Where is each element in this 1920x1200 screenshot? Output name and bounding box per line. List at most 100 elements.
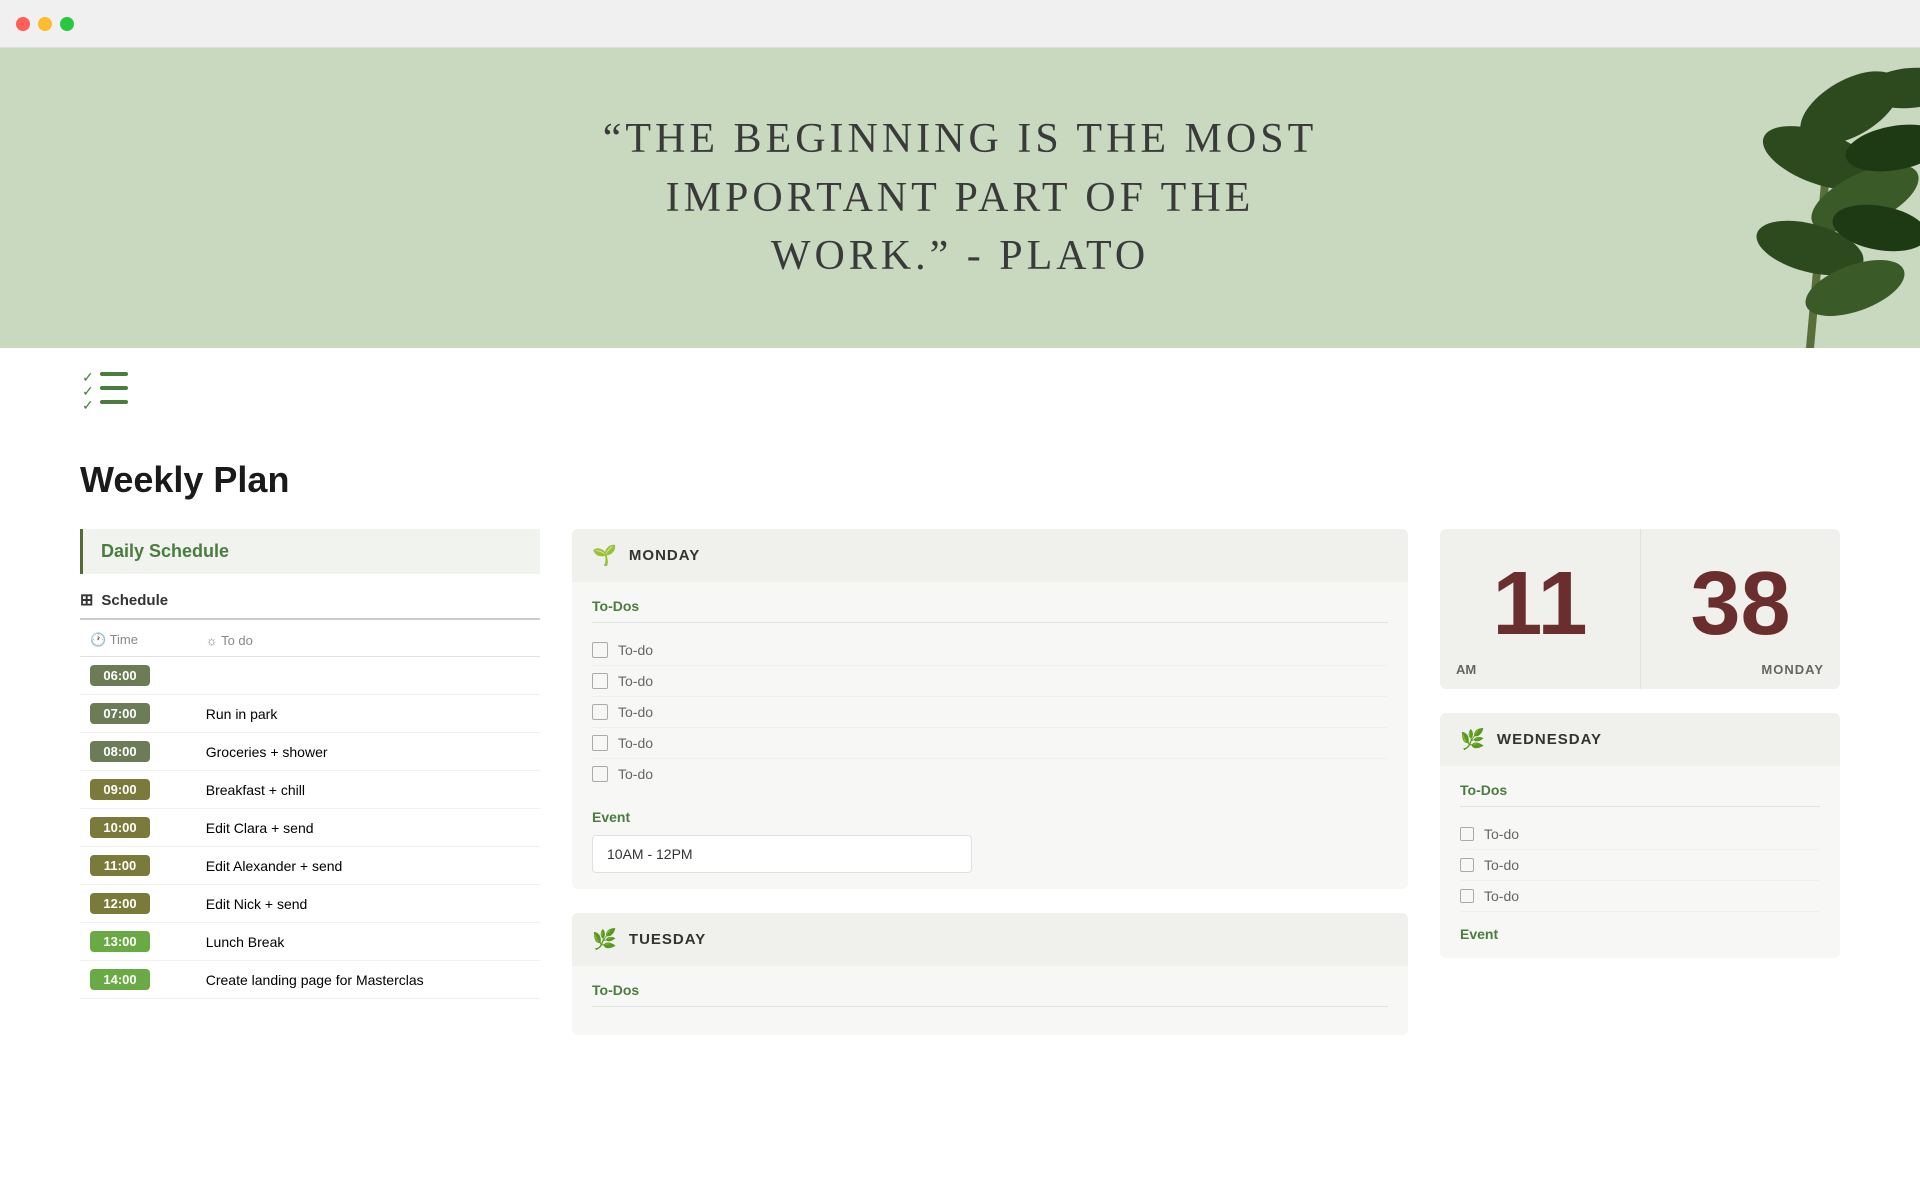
daily-schedule-label: Daily Schedule [101,541,229,561]
monday-icon: 🌱 [592,543,617,568]
col-todo-header: ☼ To do [196,624,540,657]
wed-checkbox[interactable] [1460,858,1474,872]
todo-checkbox[interactable] [592,766,608,782]
table-row: 06:00 [80,657,540,695]
time-badge: 09:00 [90,779,150,800]
tuesday-todos-label: To-Dos [592,982,1388,1007]
wednesday-todo-list: To-do To-do To-do [1460,819,1820,912]
wed-todo-text: To-do [1484,857,1519,873]
wednesday-body: To-Dos To-do To-do To-do Event [1440,766,1840,958]
monday-block: 🌱 MONDAY To-Dos To-do To-do To-do To-do … [572,529,1408,889]
list-item: To-do [592,697,1388,728]
monday-todo-list: To-do To-do To-do To-do To-do [592,635,1388,789]
wednesday-header: 🌿 WEDNESDAY [1440,713,1840,766]
wednesday-event-label: Event [1460,926,1820,942]
time-badge: 12:00 [90,893,150,914]
list-item: To-do [1460,819,1820,850]
schedule-section-label: ⊞ Schedule [80,590,540,620]
clock-icon: 🕐 [90,632,106,647]
browser-chrome [0,0,1920,48]
hero-quote: “The Beginning is the Most Important Par… [603,110,1318,286]
todo-text: To-do [618,673,653,689]
time-badge: 11:00 [90,855,150,876]
wed-checkbox[interactable] [1460,889,1474,903]
tuesday-block: 🌿 TUESDAY To-Dos [572,913,1408,1035]
table-row: 13:00 Lunch Break [80,923,540,961]
task-cell: Edit Nick + send [196,885,540,923]
clock-day-label: MONDAY [1761,662,1824,677]
table-row: 07:00 Run in park [80,695,540,733]
hero-banner: “The Beginning is the Most Important Par… [0,48,1920,348]
task-cell: Breakfast + chill [196,771,540,809]
page-content: Weekly Plan Daily Schedule ⊞ Schedule 🕐 … [0,419,1920,1099]
monday-event-label: Event [592,809,1388,825]
close-button[interactable] [16,17,30,31]
page-title: Weekly Plan [80,459,1840,501]
monday-event-input[interactable]: 10AM - 12PM [592,835,972,873]
task-cell: Edit Clara + send [196,809,540,847]
col-time-header: 🕐 Time [80,624,196,657]
task-cell: Groceries + shower [196,733,540,771]
list-item: To-do [592,728,1388,759]
app-logo: ✓ ✓ ✓ [80,364,140,414]
time-badge: 13:00 [90,931,150,952]
time-badge: 08:00 [90,741,150,762]
wed-todo-text: To-do [1484,826,1519,842]
table-row: 09:00 Breakfast + chill [80,771,540,809]
clock-hours-block: 11 AM [1440,529,1640,689]
wednesday-block: 🌿 WEDNESDAY To-Dos To-do To-do To-do Eve… [1440,713,1840,958]
todo-checkbox[interactable] [592,673,608,689]
wednesday-icon: 🌿 [1460,727,1485,752]
monday-name: MONDAY [629,547,700,564]
wed-todo-text: To-do [1484,888,1519,904]
time-badge: 06:00 [90,665,150,686]
monday-todos-label: To-Dos [592,598,1388,623]
monday-body: To-Dos To-do To-do To-do To-do To-do Eve… [572,582,1408,889]
daily-schedule-header: Daily Schedule [80,529,540,574]
minimize-button[interactable] [38,17,52,31]
clock-minutes-block: 38 MONDAY [1640,529,1840,689]
tuesday-icon: 🌿 [592,927,617,952]
wed-checkbox[interactable] [1460,827,1474,841]
table-row: 14:00 Create landing page for Masterclas [80,961,540,999]
time-badge: 10:00 [90,817,150,838]
schedule-text: Schedule [101,592,168,609]
list-item: To-do [592,666,1388,697]
clock-minutes: 38 [1661,559,1820,649]
task-cell: Edit Alexander + send [196,847,540,885]
table-row: 11:00 Edit Alexander + send [80,847,540,885]
list-item: To-do [592,635,1388,666]
list-item: To-do [1460,850,1820,881]
wednesday-todos-label: To-Dos [1460,782,1820,807]
middle-panel: 🌱 MONDAY To-Dos To-do To-do To-do To-do … [572,529,1408,1059]
wednesday-name: WEDNESDAY [1497,731,1602,748]
list-item: To-do [1460,881,1820,912]
table-row: 12:00 Edit Nick + send [80,885,540,923]
task-cell [196,657,540,695]
table-row: 08:00 Groceries + shower [80,733,540,771]
todo-checkbox[interactable] [592,735,608,751]
tuesday-header: 🌿 TUESDAY [572,913,1408,966]
maximize-button[interactable] [60,17,74,31]
list-item: To-do [592,759,1388,789]
clock-hours: 11 [1460,559,1620,649]
monday-header: 🌱 MONDAY [572,529,1408,582]
task-cell: Lunch Break [196,923,540,961]
plant-decoration [1610,48,1920,348]
svg-text:✓: ✓ [82,397,94,413]
todo-text: To-do [618,766,653,782]
schedule-table: 🕐 Time ☼ To do 06:00 07:00 Run in park [80,624,540,999]
left-panel: Daily Schedule ⊞ Schedule 🕐 Time ☼ To [80,529,540,1059]
task-cell: Create landing page for Masterclas [196,961,540,999]
main-grid: Daily Schedule ⊞ Schedule 🕐 Time ☼ To [80,529,1840,1059]
grid-icon: ⊞ [80,590,93,610]
todo-checkbox[interactable] [592,642,608,658]
todo-checkbox[interactable] [592,704,608,720]
time-badge: 14:00 [90,969,150,990]
todo-text: To-do [618,735,653,751]
sun-icon: ☼ [206,633,218,648]
tuesday-body: To-Dos [572,966,1408,1035]
todo-text: To-do [618,704,653,720]
clock-widget: 11 AM 38 MONDAY [1440,529,1840,689]
table-row: 10:00 Edit Clara + send [80,809,540,847]
